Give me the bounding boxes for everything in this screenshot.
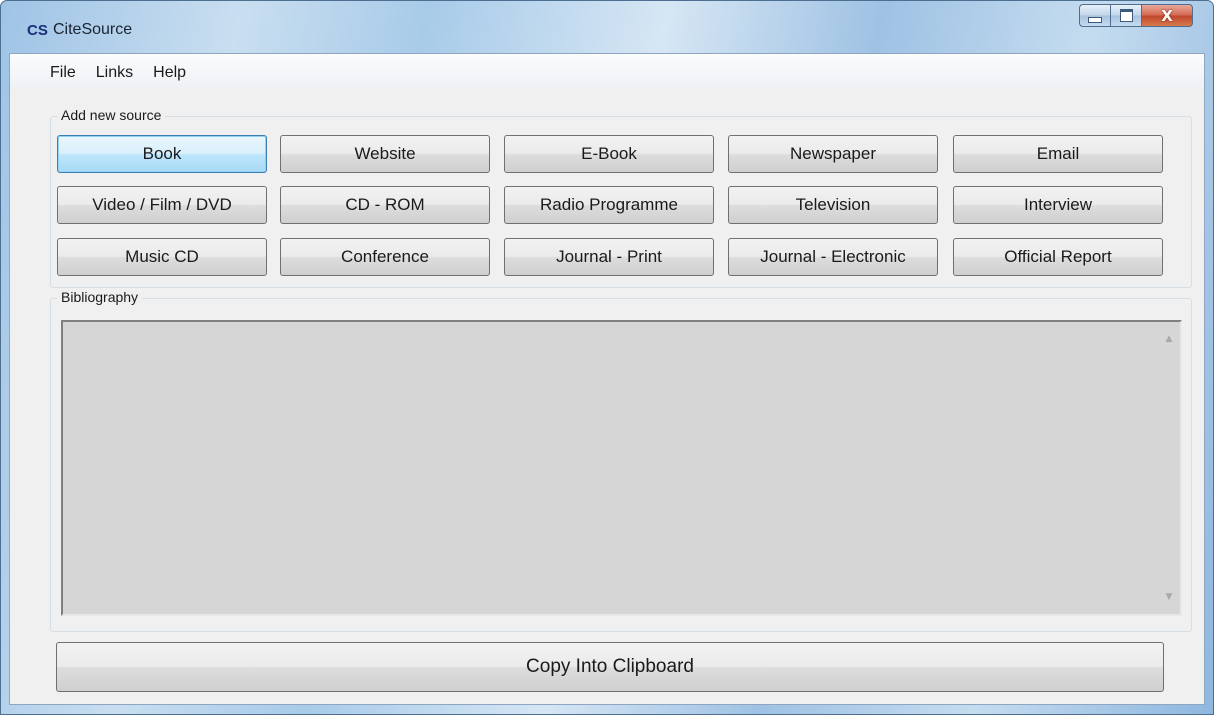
minimize-icon (1088, 16, 1102, 23)
menu-help[interactable]: Help (143, 60, 196, 82)
title-bar[interactable]: CS CiteSource X (1, 1, 1213, 53)
television-button[interactable]: Television (728, 186, 938, 224)
app-logo-icon: CS (27, 22, 48, 39)
window-controls: X (1079, 4, 1193, 28)
menu-bar: File Links Help (10, 54, 1204, 88)
music-cd-button[interactable]: Music CD (57, 238, 267, 276)
menu-links[interactable]: Links (86, 60, 143, 82)
copy-into-clipboard-button[interactable]: Copy Into Clipboard (56, 642, 1164, 692)
bibliography-textarea[interactable]: ▲ ▼ (61, 320, 1182, 616)
add-new-source-legend: Add new source (57, 107, 166, 123)
minimize-button[interactable] (1079, 4, 1110, 27)
radio-programme-button[interactable]: Radio Programme (504, 186, 714, 224)
ebook-button[interactable]: E-Book (504, 135, 714, 173)
app-window: CS CiteSource X File Links Help Add new … (0, 0, 1214, 715)
close-icon: X (1161, 6, 1173, 25)
maximize-icon (1119, 9, 1133, 22)
window-title: CiteSource (53, 21, 133, 38)
client-area: File Links Help Add new source Book Webs… (9, 53, 1205, 705)
conference-button[interactable]: Conference (280, 238, 490, 276)
email-button[interactable]: Email (953, 135, 1163, 173)
newspaper-button[interactable]: Newspaper (728, 135, 938, 173)
website-button[interactable]: Website (280, 135, 490, 173)
maximize-button[interactable] (1110, 4, 1141, 27)
book-button[interactable]: Book (57, 135, 267, 173)
menu-file[interactable]: File (40, 60, 86, 82)
video-film-dvd-button[interactable]: Video / Film / DVD (57, 186, 267, 224)
journal-electronic-button[interactable]: Journal - Electronic (728, 238, 938, 276)
cd-rom-button[interactable]: CD - ROM (280, 186, 490, 224)
journal-print-button[interactable]: Journal - Print (504, 238, 714, 276)
interview-button[interactable]: Interview (953, 186, 1163, 224)
close-button[interactable]: X (1141, 4, 1193, 27)
scroll-down-arrow-icon[interactable]: ▼ (1158, 586, 1180, 608)
bibliography-scrollbar[interactable]: ▲ ▼ (1158, 322, 1180, 614)
scroll-up-arrow-icon[interactable]: ▲ (1158, 328, 1180, 350)
official-report-button[interactable]: Official Report (953, 238, 1163, 276)
bibliography-legend: Bibliography (57, 289, 143, 305)
